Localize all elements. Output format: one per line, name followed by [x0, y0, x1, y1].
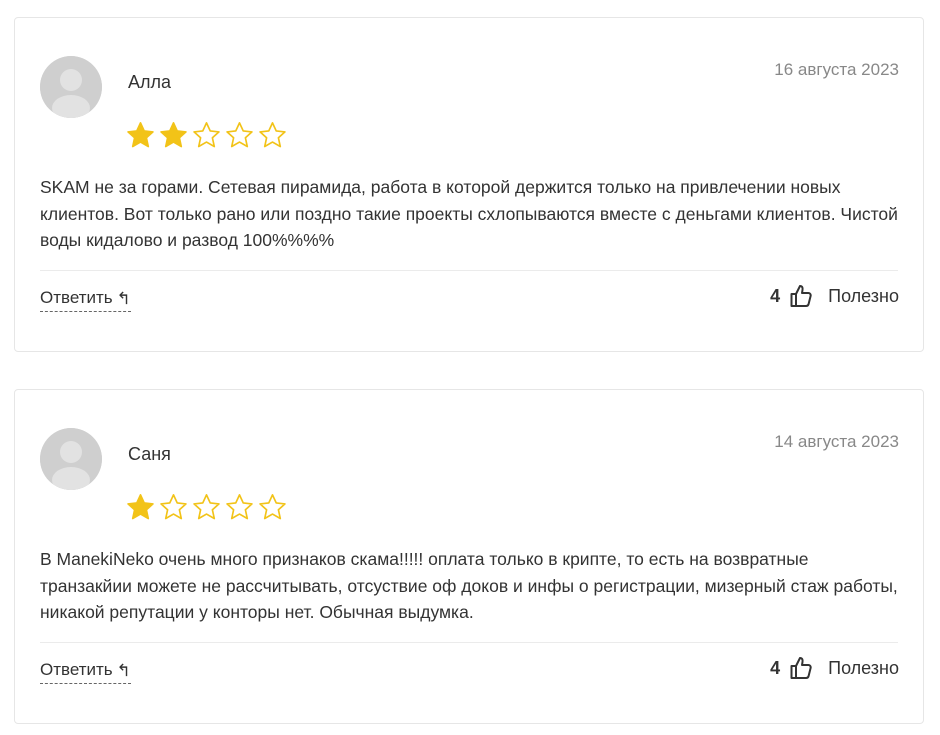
star-rating	[125, 121, 288, 149]
review-author: Саня	[128, 444, 171, 464]
star-empty-icon	[191, 493, 222, 521]
review-text: В ManekiNeko очень много признаков скама…	[40, 549, 898, 622]
helpful-button[interactable]: 4 Полезно	[770, 656, 899, 680]
review-date: 14 августа 2023	[774, 432, 899, 451]
star-filled-icon	[158, 121, 189, 149]
reply-label: Ответить	[40, 660, 113, 679]
star-empty-icon	[257, 493, 288, 521]
helpful-label: Полезно	[828, 285, 899, 306]
review-text: SKAM не за горами. Сетевая пирамида, раб…	[40, 177, 898, 250]
divider	[40, 642, 898, 643]
reply-button[interactable]: Ответить ↰	[40, 660, 131, 684]
avatar	[40, 56, 102, 118]
review-author: Алла	[128, 72, 172, 92]
review-date: 16 августа 2023	[774, 60, 899, 79]
avatar	[40, 428, 102, 490]
helpful-label: Полезно	[828, 657, 899, 678]
star-empty-icon	[158, 493, 189, 521]
thumbs-up-icon	[790, 284, 812, 308]
helpful-button[interactable]: 4 Полезно	[770, 284, 899, 308]
thumbs-up-icon	[790, 656, 812, 680]
reply-label: Ответить	[40, 288, 113, 307]
star-empty-icon	[191, 121, 222, 149]
reply-arrow-icon: ↰	[116, 660, 131, 680]
divider	[40, 270, 898, 271]
star-empty-icon	[224, 493, 255, 521]
helpful-count: 4	[770, 657, 781, 678]
review-card: Алла 16 августа 2023 SKAM не за горами. …	[14, 17, 924, 352]
star-filled-icon	[125, 493, 156, 521]
helpful-count: 4	[770, 285, 781, 306]
star-empty-icon	[224, 121, 255, 149]
review-card: Саня 14 августа 2023 В ManekiNeko очень …	[14, 389, 924, 724]
star-filled-icon	[125, 121, 156, 149]
star-empty-icon	[257, 121, 288, 149]
star-rating	[125, 493, 288, 521]
reply-arrow-icon: ↰	[116, 288, 131, 308]
reply-button[interactable]: Ответить ↰	[40, 288, 131, 312]
